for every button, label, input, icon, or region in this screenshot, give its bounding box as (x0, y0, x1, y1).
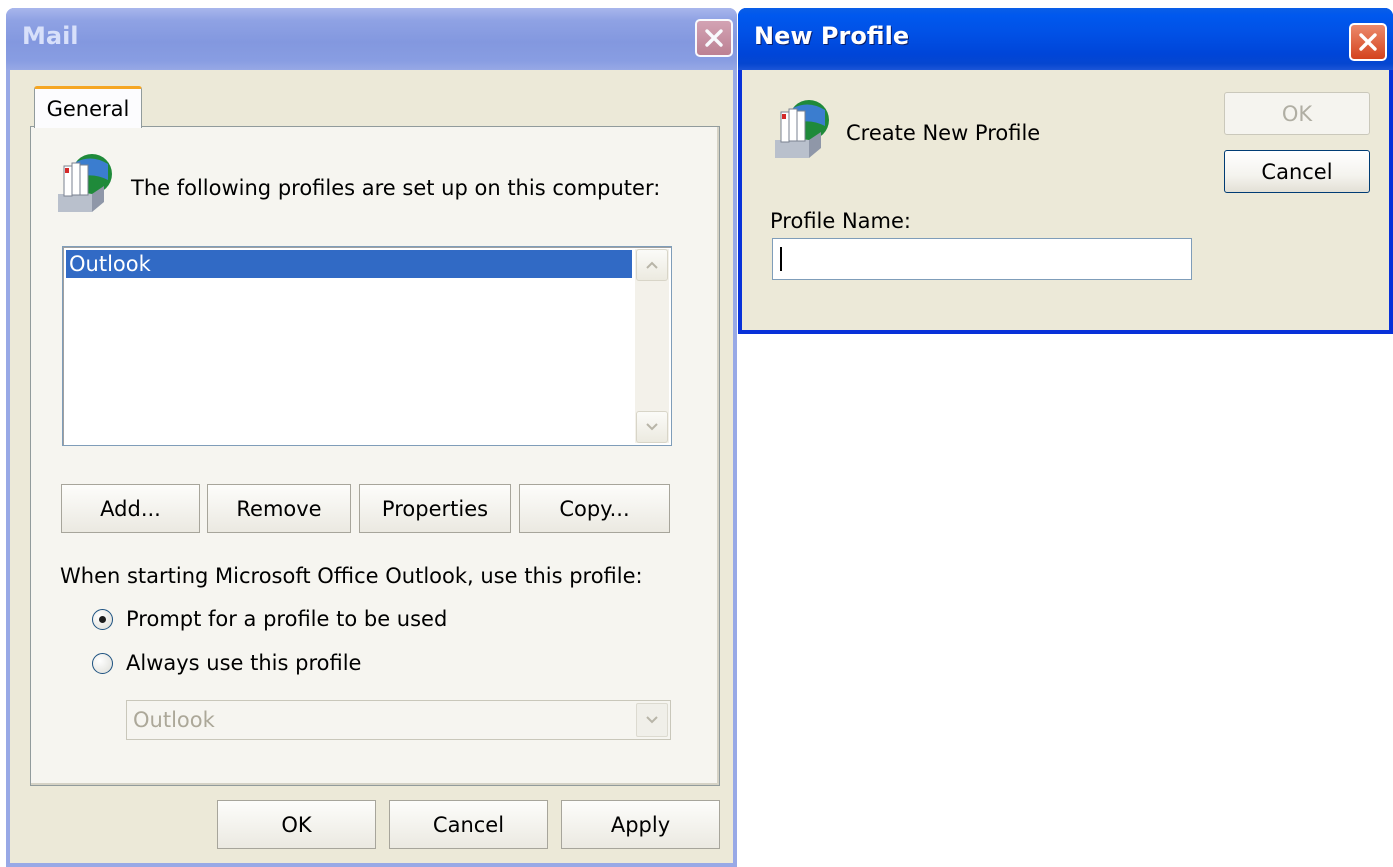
text-caret (780, 247, 782, 271)
startup-profile-label: When starting Microsoft Office Outlook, … (60, 564, 643, 588)
new-profile-cancel-button[interactable]: Cancel (1224, 150, 1370, 193)
tab-general[interactable]: General (34, 86, 142, 128)
new-profile-window: New Profile Create New Profile OK Cancel… (738, 8, 1393, 334)
mail-close-button[interactable] (695, 19, 733, 57)
mail-profiles-icon (58, 154, 112, 212)
remove-profile-button[interactable]: Remove (207, 484, 351, 533)
mail-ok-button[interactable]: OK (217, 800, 376, 849)
profiles-intro-label: The following profiles are set up on thi… (131, 176, 661, 200)
add-profile-button[interactable]: Add... (61, 484, 200, 533)
profiles-scrollbar[interactable] (635, 249, 669, 443)
mail-titlebar[interactable]: Mail (6, 8, 737, 70)
general-tab-panel (30, 126, 720, 786)
mail-window-title: Mail (22, 22, 79, 50)
profile-name-label: Profile Name: (770, 209, 912, 233)
scroll-down-arrow-icon (646, 423, 658, 431)
always-profile-radio[interactable] (92, 652, 113, 674)
default-profile-combo-value: Outlook (133, 708, 215, 732)
new-profile-titlebar[interactable]: New Profile (738, 8, 1393, 70)
always-profile-radio-row[interactable]: Always use this profile (92, 651, 361, 675)
profiles-listbox[interactable]: Outlook (62, 246, 672, 446)
default-profile-dropdown-button (636, 703, 668, 737)
scroll-up-arrow-icon (646, 261, 658, 269)
default-profile-combo: Outlook (126, 700, 671, 740)
new-profile-window-title: New Profile (754, 22, 910, 50)
properties-button[interactable]: Properties (359, 484, 511, 533)
scroll-down-button[interactable] (636, 411, 668, 443)
prompt-profile-radio[interactable] (92, 608, 113, 630)
prompt-profile-label: Prompt for a profile to be used (126, 607, 448, 631)
always-profile-label: Always use this profile (126, 651, 362, 675)
profile-list-item[interactable]: Outlook (66, 250, 632, 278)
copy-profile-button[interactable]: Copy... (519, 484, 670, 533)
chevron-down-icon (646, 716, 658, 724)
apply-button[interactable]: Apply (561, 800, 720, 849)
create-new-profile-heading: Create New Profile (846, 121, 1041, 145)
mail-window: Mail General The following profiles are … (6, 8, 737, 867)
profile-name-input[interactable] (772, 238, 1192, 280)
mail-cancel-button[interactable]: Cancel (389, 800, 548, 849)
new-profile-close-button[interactable] (1349, 23, 1387, 61)
new-profile-ok-button[interactable]: OK (1224, 92, 1370, 135)
mail-profiles-icon (775, 100, 829, 158)
scroll-up-button[interactable] (636, 249, 668, 281)
close-icon (705, 29, 723, 47)
close-icon (1359, 33, 1377, 51)
prompt-profile-radio-row[interactable]: Prompt for a profile to be used (92, 607, 447, 631)
